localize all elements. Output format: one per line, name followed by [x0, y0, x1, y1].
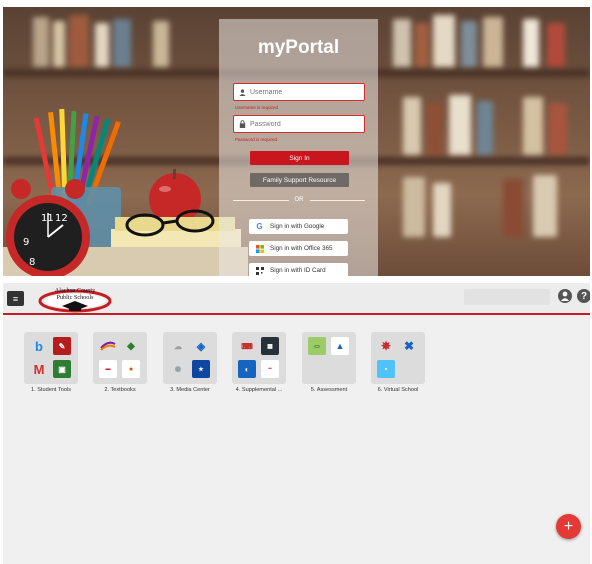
username-error: Username is required: [235, 105, 279, 110]
google-signin-button[interactable]: G Sign in with Google: [249, 219, 348, 234]
gale-app-icon: ★: [192, 360, 210, 378]
illuminate-app-icon: ▲: [331, 337, 349, 355]
folder-label-assessment: 5. Assessment: [310, 387, 348, 393]
logo-line-2: Public Schools: [57, 294, 95, 301]
textbook-app-icon: [99, 337, 117, 355]
or-label: OR: [294, 197, 304, 203]
folder-label-student-tools: 1. Student Tools: [30, 387, 71, 393]
folder-assessment[interactable]: ▭ ▲ 5. Assessment: [302, 332, 356, 393]
davis-app-icon: ●: [122, 360, 140, 378]
folder-supplemental[interactable]: ⌨ ▦ ◐ ━ 4. Supplemental ...: [232, 332, 286, 393]
office365-icon: [255, 244, 264, 253]
office365-signin-label: Sign in with Office 365: [270, 245, 333, 252]
folder-label-virtual-school: 6. Virtual School: [377, 387, 419, 393]
logo-line-1: Alachua County: [55, 287, 96, 294]
folder-label-supplemental: 4. Supplemental ...: [235, 387, 283, 393]
user-icon: [239, 88, 246, 96]
folder-virtual-school[interactable]: ✵ ✖ ▪ 6. Virtual School: [371, 332, 425, 393]
classroom-app-icon: ▣: [53, 360, 71, 378]
add-button[interactable]: +: [556, 514, 581, 539]
folder-label-media-center: 3. Media Center: [170, 387, 210, 393]
flvs-app-icon: ▪: [377, 360, 395, 378]
svg-text:12: 12: [55, 213, 68, 224]
svg-text:8: 8: [29, 257, 35, 268]
bing-app-icon: b: [35, 338, 43, 354]
search-input[interactable]: [464, 289, 550, 305]
idcard-signin-label: Sign in with ID Card: [270, 267, 326, 274]
svg-text:9: 9: [23, 237, 29, 248]
connected-app-icon: ▬: [99, 360, 117, 378]
office365-signin-button[interactable]: Sign in with Office 365: [249, 241, 348, 256]
username-field[interactable]: [233, 83, 365, 101]
folder-media-center[interactable]: ☁ ◈ ✺ ★ 3. Media Center: [163, 332, 217, 393]
folder-label-textbooks: 2. Textbooks: [104, 387, 136, 393]
help-icon[interactable]: ?: [577, 289, 590, 303]
login-card: myPortal Username is required Password i…: [219, 19, 378, 276]
typing-app-icon: ⌨: [241, 341, 253, 351]
reading-app-icon: ◐: [238, 360, 256, 378]
folder-textbooks[interactable]: ◆ ▬ ● 2. Textbooks: [93, 332, 147, 393]
password-input[interactable]: [250, 120, 360, 128]
portal-screenshot: ≡ Alachua County Public Schools ? b ✎ M …: [3, 283, 590, 564]
compass-app-icon: ✺: [174, 364, 182, 374]
gmail-app-icon: M: [33, 361, 45, 377]
qr-icon: [255, 266, 264, 275]
username-input[interactable]: [250, 88, 360, 96]
or-divider: OR: [233, 197, 365, 203]
sign-in-button[interactable]: Sign In: [250, 151, 349, 165]
password-field[interactable]: [233, 115, 365, 133]
assessment-app-icon: ▭: [308, 337, 326, 355]
code-app-icon: ▦: [261, 337, 279, 355]
login-screenshot: 11 12 9 8 myPortal Username is require: [3, 7, 590, 276]
top-bar: ≡ Alachua County Public Schools ?: [3, 283, 590, 315]
google-signin-label: Sign in with Google: [270, 223, 325, 230]
user-account-icon[interactable]: [558, 289, 572, 303]
login-title: myPortal: [257, 37, 340, 58]
password-error: Password is required: [235, 137, 278, 142]
alachua-logo[interactable]: Alachua County Public Schools: [38, 284, 112, 314]
cloud-app-icon: ☁: [174, 341, 182, 351]
bubble-app-icon: ◆: [127, 340, 135, 352]
idcard-signin-button[interactable]: Sign in with ID Card: [249, 263, 348, 276]
family-support-button[interactable]: Family Support Resource: [250, 173, 349, 187]
desk-illustration: 11 12 9 8: [3, 108, 248, 276]
hamburger-menu-button[interactable]: ≡: [7, 291, 24, 306]
alarm-clock-icon: 11 12 9 8: [6, 179, 90, 276]
learning-app-icon: ━: [261, 360, 279, 378]
google-icon: G: [256, 222, 263, 231]
lock-icon: [239, 120, 246, 128]
folder-student-tools[interactable]: b ✎ M ▣ 1. Student Tools: [24, 332, 78, 393]
ship-wheel-app-icon: ✵: [380, 339, 392, 353]
cross-app-icon: ✖: [403, 339, 415, 353]
tools-app-icon: ✎: [53, 337, 71, 355]
library-app-icon: ◈: [196, 340, 206, 353]
